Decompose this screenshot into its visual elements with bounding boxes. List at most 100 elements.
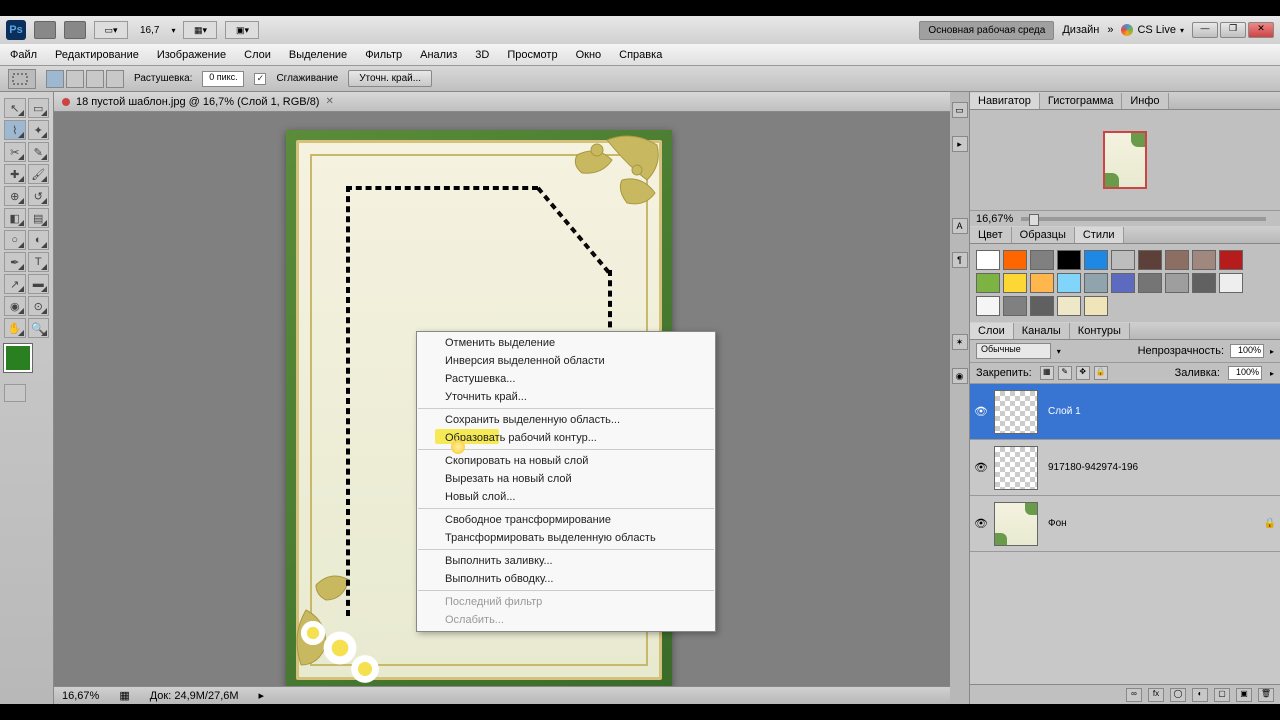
context-menu-item[interactable]: Вырезать на новый слой xyxy=(417,470,715,488)
refine-edge-button[interactable]: Уточн. край... xyxy=(348,70,432,87)
close-button[interactable]: ✕ xyxy=(1248,22,1274,38)
visibility-icon[interactable]: 👁 xyxy=(974,461,988,475)
menu-file[interactable]: Файл xyxy=(10,49,37,61)
navigator-panel[interactable] xyxy=(970,110,1280,210)
style-swatch[interactable] xyxy=(1138,250,1162,270)
layer-name[interactable]: 917180-942974-196 xyxy=(1044,462,1276,473)
wand-tool[interactable]: ✦ xyxy=(28,120,50,140)
tab-swatches[interactable]: Образцы xyxy=(1012,227,1075,243)
style-swatch[interactable] xyxy=(976,296,1000,316)
stamp-tool[interactable]: ⊕ xyxy=(4,186,26,206)
shape-tool[interactable]: ▬ xyxy=(28,274,50,294)
opacity-input[interactable]: 100% xyxy=(1230,344,1264,358)
context-menu-item[interactable]: Выполнить заливку... xyxy=(417,552,715,570)
layer-thumbnail[interactable] xyxy=(994,390,1038,434)
menu-view[interactable]: Просмотр xyxy=(507,49,557,61)
visibility-icon[interactable]: 👁 xyxy=(974,517,988,531)
antialias-checkbox[interactable]: ✓ xyxy=(254,73,266,85)
eyedropper-tool[interactable]: ✎ xyxy=(28,142,50,162)
adjustment-layer-icon[interactable]: ◐ xyxy=(1192,688,1208,702)
style-swatch[interactable] xyxy=(1030,273,1054,293)
menu-layer[interactable]: Слои xyxy=(244,49,271,61)
blur-tool[interactable]: ○ xyxy=(4,230,26,250)
style-swatch[interactable] xyxy=(1084,250,1108,270)
lock-transparent-icon[interactable]: ▦ xyxy=(1040,366,1054,380)
camera-tool[interactable]: ⊙ xyxy=(28,296,50,316)
layer-fx-icon[interactable]: fx xyxy=(1148,688,1164,702)
menu-edit[interactable]: Редактирование xyxy=(55,49,139,61)
tab-paths[interactable]: Контуры xyxy=(1070,323,1130,339)
fill-input[interactable]: 100% xyxy=(1228,366,1262,380)
para-panel-icon[interactable]: ¶ xyxy=(952,252,968,268)
style-swatch[interactable] xyxy=(1030,296,1054,316)
hand-tool[interactable]: ✋ xyxy=(4,318,26,338)
screen-mode-dropdown[interactable]: ▣▾ xyxy=(225,21,259,39)
zoom-display[interactable]: 16,7 xyxy=(136,25,163,36)
style-swatch[interactable] xyxy=(1003,296,1027,316)
style-swatch[interactable] xyxy=(976,250,1000,270)
tab-histogram[interactable]: Гистограмма xyxy=(1040,93,1123,109)
sel-new-icon[interactable] xyxy=(46,70,64,88)
menu-window[interactable]: Окно xyxy=(576,49,602,61)
menu-image[interactable]: Изображение xyxy=(157,49,226,61)
menu-analysis[interactable]: Анализ xyxy=(420,49,457,61)
context-menu-item[interactable]: Новый слой... xyxy=(417,488,715,506)
type-tool[interactable]: T xyxy=(28,252,50,272)
tab-channels[interactable]: Каналы xyxy=(1014,323,1070,339)
close-tab-icon[interactable]: ✕ xyxy=(325,96,333,107)
workspace-button[interactable]: Основная рабочая среда xyxy=(919,21,1054,40)
feather-input[interactable]: 0 пикс. xyxy=(202,71,244,87)
style-swatch[interactable] xyxy=(1084,273,1108,293)
status-zoom[interactable]: 16,67% xyxy=(62,690,99,702)
quickmask-button[interactable] xyxy=(4,384,26,402)
tab-layers[interactable]: Слои xyxy=(970,323,1014,339)
lock-all-icon[interactable]: 🔒 xyxy=(1094,366,1108,380)
more-workspaces-icon[interactable]: » xyxy=(1107,24,1113,36)
layer-thumbnail[interactable] xyxy=(994,446,1038,490)
style-swatch[interactable] xyxy=(1057,273,1081,293)
style-swatch[interactable] xyxy=(1219,273,1243,293)
foreground-color[interactable] xyxy=(4,344,32,372)
clone-panel-icon[interactable]: ◉ xyxy=(952,368,968,384)
design-workspace-link[interactable]: Дизайн xyxy=(1062,24,1099,36)
history-brush-tool[interactable]: ↺ xyxy=(28,186,50,206)
pen-tool[interactable]: ✒ xyxy=(4,252,26,272)
path-tool[interactable]: ↗ xyxy=(4,274,26,294)
style-swatch[interactable] xyxy=(1030,250,1054,270)
link-layers-icon[interactable]: ∞ xyxy=(1126,688,1142,702)
style-swatch[interactable] xyxy=(1192,250,1216,270)
new-layer-icon[interactable]: ▣ xyxy=(1236,688,1252,702)
tab-color[interactable]: Цвет xyxy=(970,227,1012,243)
style-swatch[interactable] xyxy=(1165,250,1189,270)
arrange-docs-dropdown[interactable]: ▦▾ xyxy=(183,21,217,39)
context-menu-item[interactable]: Сохранить выделенную область... xyxy=(417,411,715,429)
style-swatch[interactable] xyxy=(1111,273,1135,293)
status-doc-size[interactable]: Док: 24,9М/27,6М xyxy=(150,690,239,702)
actions-panel-icon[interactable]: ▸ xyxy=(952,136,968,152)
3d-tool[interactable]: ◉ xyxy=(4,296,26,316)
lasso-tool[interactable]: ⌇ xyxy=(4,120,26,140)
blend-mode-select[interactable]: Обычные xyxy=(976,343,1051,359)
visibility-icon[interactable]: 👁 xyxy=(974,405,988,419)
menu-select[interactable]: Выделение xyxy=(289,49,347,61)
context-menu-item[interactable]: Трансформировать выделенную область xyxy=(417,529,715,547)
sel-intersect-icon[interactable] xyxy=(106,70,124,88)
zoom-tool[interactable]: 🔍 xyxy=(28,318,50,338)
launch-bridge-icon[interactable] xyxy=(34,21,56,39)
context-menu-item[interactable]: Образовать рабочий контур... xyxy=(417,429,715,447)
layer-row[interactable]: 👁 Слой 1 xyxy=(970,384,1280,440)
document-tab[interactable]: 18 пустой шаблон.jpg @ 16,7% (Слой 1, RG… xyxy=(54,92,950,112)
brush-tool[interactable]: 🖌 xyxy=(28,164,50,184)
style-swatch[interactable] xyxy=(1138,273,1162,293)
style-swatch[interactable] xyxy=(1057,296,1081,316)
layer-name[interactable]: Фон xyxy=(1044,518,1258,529)
lock-paint-icon[interactable]: ✎ xyxy=(1058,366,1072,380)
char-panel-icon[interactable]: A xyxy=(952,218,968,234)
history-panel-icon[interactable]: ▭ xyxy=(952,102,968,118)
crop-tool[interactable]: ✂ xyxy=(4,142,26,162)
layer-row[interactable]: 👁 917180-942974-196 xyxy=(970,440,1280,496)
menu-3d[interactable]: 3D xyxy=(475,49,489,61)
context-menu-item[interactable]: Выполнить обводку... xyxy=(417,570,715,588)
context-menu-item[interactable]: Растушевка... xyxy=(417,370,715,388)
mini-bridge-icon[interactable] xyxy=(64,21,86,39)
